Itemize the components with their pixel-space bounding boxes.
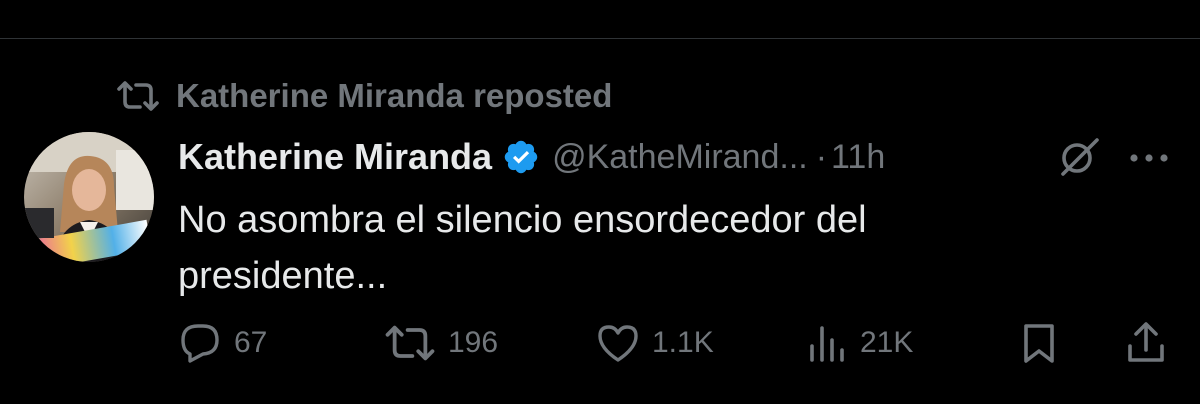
author-name[interactable]: Katherine Miranda: [178, 136, 492, 178]
repost-context[interactable]: Katherine Miranda reposted: [116, 76, 612, 116]
share-button[interactable]: [1124, 318, 1168, 368]
grok-icon[interactable]: [1055, 136, 1103, 178]
views-button[interactable]: 21K: [806, 318, 913, 368]
repost-icon: [384, 324, 436, 362]
bookmark-button[interactable]: [1018, 318, 1060, 368]
tweet-header: Katherine Miranda @KatheMirand... · 11h: [178, 134, 885, 180]
avatar[interactable]: [24, 132, 154, 262]
repost-icon: [116, 80, 160, 112]
reply-button[interactable]: 67: [178, 318, 267, 368]
like-count: 1.1K: [652, 326, 714, 359]
more-options-icon[interactable]: [1126, 148, 1172, 168]
reply-icon: [178, 321, 222, 365]
repost-label: Katherine Miranda reposted: [176, 77, 613, 114]
views-icon: [806, 322, 848, 364]
like-button[interactable]: 1.1K: [596, 318, 714, 368]
heart-icon: [596, 322, 640, 364]
repost-button[interactable]: 196: [384, 318, 498, 368]
top-divider: [0, 38, 1200, 39]
bookmark-icon: [1018, 321, 1060, 365]
share-icon: [1124, 320, 1168, 366]
timestamp[interactable]: 11h: [831, 138, 885, 177]
action-bar: 67 196 1.1K 21K: [0, 318, 1200, 368]
views-count: 21K: [860, 326, 914, 359]
verified-badge-icon[interactable]: [502, 138, 540, 176]
author-handle[interactable]: @KatheMirand...: [552, 138, 808, 177]
repost-count: 196: [448, 326, 499, 359]
separator-dot: ·: [815, 137, 828, 176]
reply-count: 67: [234, 326, 268, 359]
tweet-text: No asombra el silencio ensordecedor del …: [178, 199, 867, 297]
